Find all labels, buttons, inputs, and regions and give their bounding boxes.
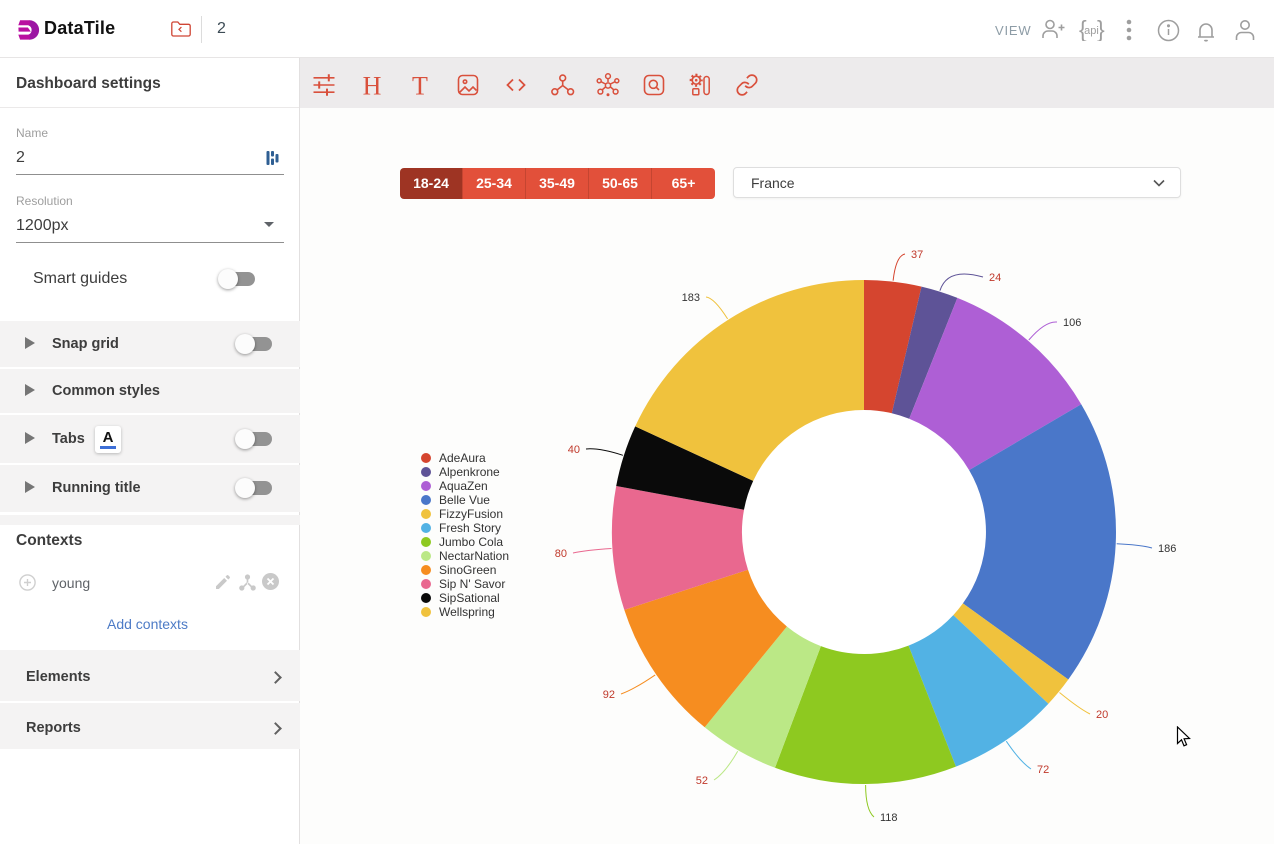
svg-text:186: 186 — [1158, 543, 1176, 555]
svg-text:92: 92 — [603, 689, 615, 701]
svg-text:183: 183 — [682, 292, 700, 304]
svg-text:52: 52 — [696, 775, 708, 787]
svg-text:106: 106 — [1063, 317, 1081, 329]
svg-text:24: 24 — [989, 272, 1001, 284]
svg-text:40: 40 — [568, 444, 580, 456]
svg-text:118: 118 — [880, 812, 898, 824]
svg-text:20: 20 — [1096, 709, 1108, 721]
svg-text:H: H — [363, 73, 382, 97]
svg-text:37: 37 — [911, 249, 923, 261]
svg-text:T: T — [412, 73, 428, 97]
svg-text:72: 72 — [1037, 764, 1049, 776]
svg-text:api: api — [1084, 25, 1099, 37]
svg-text:80: 80 — [555, 548, 567, 560]
